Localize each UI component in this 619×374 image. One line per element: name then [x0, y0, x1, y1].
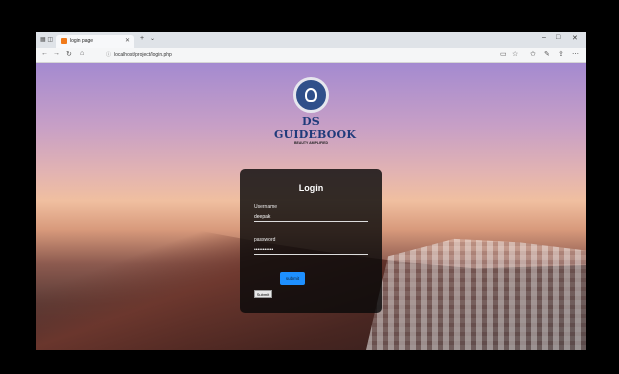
- tab-dropdown-icon[interactable]: ⌄: [150, 35, 155, 42]
- reading-view-icon[interactable]: ▭: [500, 50, 507, 58]
- maximize-icon[interactable]: □: [556, 34, 560, 41]
- window-menu-icon[interactable]: ▦ ◫: [40, 36, 53, 43]
- favorites-hub-icon[interactable]: ✩: [530, 50, 536, 58]
- login-card: Login Username password submit Submit: [240, 169, 382, 313]
- minimize-icon[interactable]: –: [542, 34, 546, 41]
- info-icon: ⓘ: [106, 52, 112, 58]
- submit-button[interactable]: submit: [280, 272, 305, 285]
- address-bar[interactable]: ⓘ localhost/project/login.php: [106, 51, 172, 58]
- background-town: [366, 238, 586, 350]
- favicon-icon: [61, 38, 67, 44]
- page-background: DS GUIDEBOOK BEAUTY AMPLIFIED Login User…: [36, 63, 586, 350]
- password-input[interactable]: [254, 246, 368, 255]
- logo-emblem-icon: [293, 77, 329, 113]
- password-label: password: [254, 237, 276, 243]
- tab-title: login page: [70, 38, 94, 44]
- site-logo: DS GUIDEBOOK BEAUTY AMPLIFIED: [274, 77, 357, 145]
- url-text: localhost/project/login.php: [114, 52, 172, 58]
- refresh-icon[interactable]: ↻: [66, 50, 72, 58]
- new-tab-icon[interactable]: +: [140, 35, 144, 42]
- notes-icon[interactable]: ✎: [544, 50, 550, 58]
- browser-window: ▦ ◫ login page ✕ + ⌄ – □ ✕ ← → ↻ ⌂ ⓘ loca…: [36, 32, 586, 350]
- favorite-star-icon[interactable]: ☆: [512, 50, 518, 58]
- login-heading: Login: [298, 183, 324, 193]
- tab-login-page[interactable]: login page ✕: [56, 35, 134, 48]
- close-tab-icon[interactable]: ✕: [125, 37, 130, 44]
- tab-strip: ▦ ◫ login page ✕ + ⌄ – □ ✕: [36, 32, 586, 48]
- more-menu-icon[interactable]: ⋯: [572, 50, 579, 58]
- plain-submit-button[interactable]: Submit: [254, 290, 272, 298]
- share-icon[interactable]: ⇪: [558, 50, 564, 58]
- username-input[interactable]: [254, 213, 368, 222]
- back-icon[interactable]: ←: [41, 50, 48, 57]
- home-icon[interactable]: ⌂: [80, 50, 84, 57]
- logo-tagline: BEAUTY AMPLIFIED: [293, 141, 329, 145]
- navigation-bar: ← → ↻ ⌂ ⓘ localhost/project/login.php ▭ ☆…: [36, 48, 586, 63]
- username-label: Username: [254, 204, 278, 210]
- close-window-icon[interactable]: ✕: [572, 34, 578, 42]
- forward-icon[interactable]: →: [53, 50, 60, 57]
- logo-title: DS GUIDEBOOK: [274, 115, 357, 141]
